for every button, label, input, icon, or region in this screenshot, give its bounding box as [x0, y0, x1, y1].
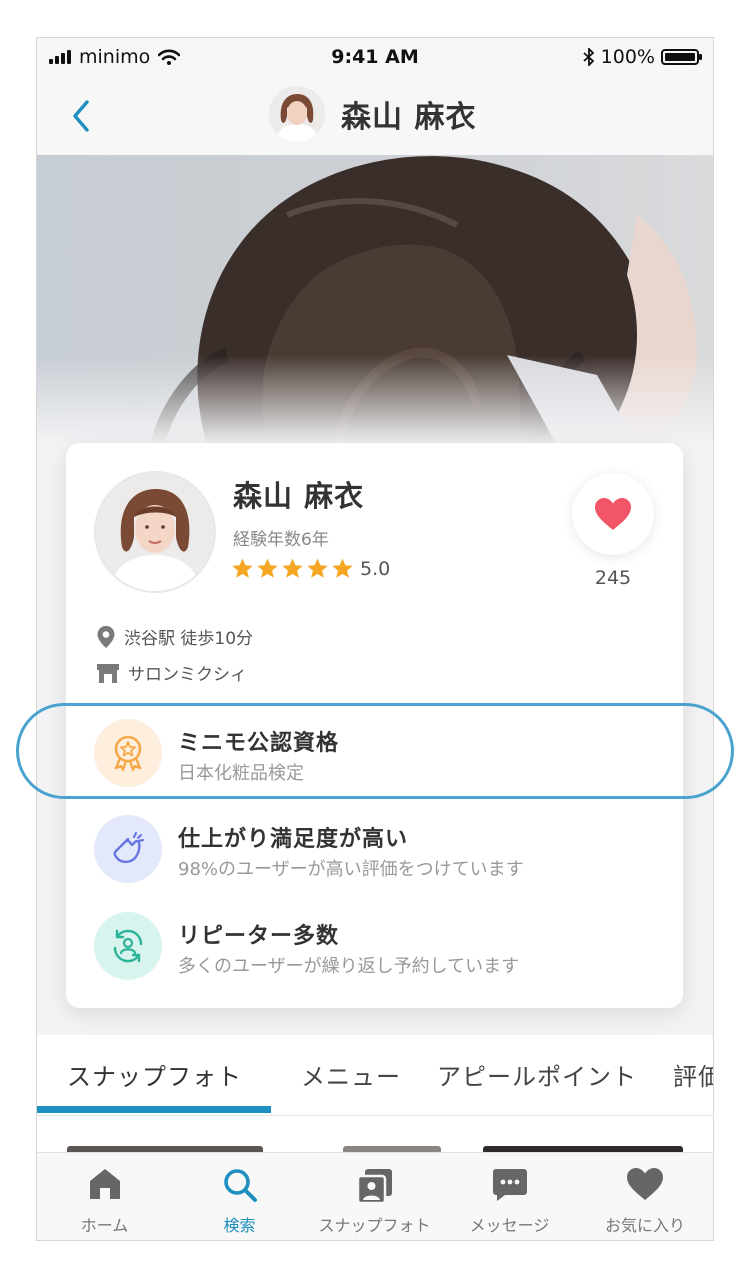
battery-icon	[661, 49, 702, 65]
station-text: 渋谷駅 徒歩10分	[124, 629, 254, 649]
tabbar-item-home[interactable]: ホーム	[37, 1153, 172, 1240]
station-info: 渋谷駅 徒歩10分	[96, 624, 253, 649]
tab-appeal-points[interactable]: アピールポイント	[437, 1057, 637, 1092]
home-icon	[90, 1169, 120, 1199]
tab-menu[interactable]: メニュー	[301, 1057, 401, 1092]
repeat-user-icon	[94, 912, 162, 980]
tabbar-label: お気に入り	[604, 1216, 685, 1235]
tabbar-item-favorites[interactable]: お気に入り	[577, 1153, 713, 1240]
tab-reviews[interactable]: 評価	[673, 1057, 713, 1092]
star-icon	[307, 558, 328, 578]
tabbar-label: メッセージ	[469, 1216, 550, 1235]
rating-value: 5.0	[360, 557, 391, 580]
favorite-button[interactable]	[572, 473, 654, 555]
active-tab-indicator	[37, 1106, 271, 1113]
feature-title: 仕上がり満足度が高い	[178, 827, 409, 852]
stylist-avatar	[94, 471, 216, 593]
status-bar: minimo 9:41 AM 100%	[37, 38, 713, 78]
hero-photo	[37, 155, 713, 445]
highlight-outline	[16, 703, 734, 799]
clapping-hands-icon	[94, 815, 162, 883]
heart-icon	[627, 1168, 663, 1200]
rating: 5.0	[231, 557, 390, 580]
bottom-tab-bar: ホーム 検索 スナップフォト メッセージ お気に入り	[37, 1152, 713, 1240]
star-icon	[232, 558, 253, 578]
back-chevron-icon[interactable]	[63, 96, 103, 136]
navigation-bar: 森山 麻衣	[37, 78, 713, 155]
tabbar-item-search[interactable]: 検索	[172, 1153, 307, 1240]
experience-years: 経験年数6年	[233, 530, 329, 550]
nav-avatar	[269, 86, 325, 142]
snap-photo-icon	[356, 1169, 392, 1205]
feature-subtitle: 98%のユーザーが高い評価をつけています	[178, 859, 524, 880]
page-title: 森山 麻衣	[341, 100, 477, 135]
salon-info[interactable]: サロンミクシィ	[96, 660, 247, 685]
favorite-count: 245	[594, 567, 632, 589]
salon-name: サロンミクシィ	[128, 665, 247, 685]
stylist-name: 森山 麻衣	[233, 479, 365, 513]
search-icon	[224, 1169, 257, 1202]
battery-percent: 100%	[600, 46, 655, 68]
message-icon	[493, 1169, 527, 1201]
star-icon	[257, 558, 278, 578]
tabbar-label: ホーム	[80, 1216, 129, 1235]
tabbar-label: 検索	[223, 1216, 256, 1235]
snap-photo-grid	[37, 1116, 713, 1156]
heart-icon	[595, 498, 631, 530]
location-pin-icon	[97, 625, 115, 648]
bluetooth-icon	[583, 48, 594, 66]
tabbar-label: スナップフォト	[318, 1216, 431, 1235]
shop-icon	[97, 663, 119, 683]
star-icon	[282, 558, 303, 578]
feature-title: リピーター多数	[178, 924, 340, 949]
star-icon	[332, 558, 353, 578]
app-screen: minimo 9:41 AM 100% 森山 麻衣 森山 麻衣 経験年数6年 5…	[37, 38, 713, 1240]
feature-subtitle: 多くのユーザーが繰り返し予約しています	[178, 956, 520, 977]
tabbar-item-message[interactable]: メッセージ	[442, 1153, 577, 1240]
feature-satisfaction: 仕上がり満足度が高い 98%のユーザーが高い評価をつけています	[94, 813, 654, 885]
content-tabs: スナップフォト メニュー アピールポイント 評価	[37, 1035, 713, 1116]
tabbar-item-snap-photo[interactable]: スナップフォト	[307, 1153, 442, 1240]
feature-repeaters: リピーター多数 多くのユーザーが繰り返し予約しています	[94, 910, 654, 982]
tab-snap-photo[interactable]: スナップフォト	[67, 1057, 242, 1092]
